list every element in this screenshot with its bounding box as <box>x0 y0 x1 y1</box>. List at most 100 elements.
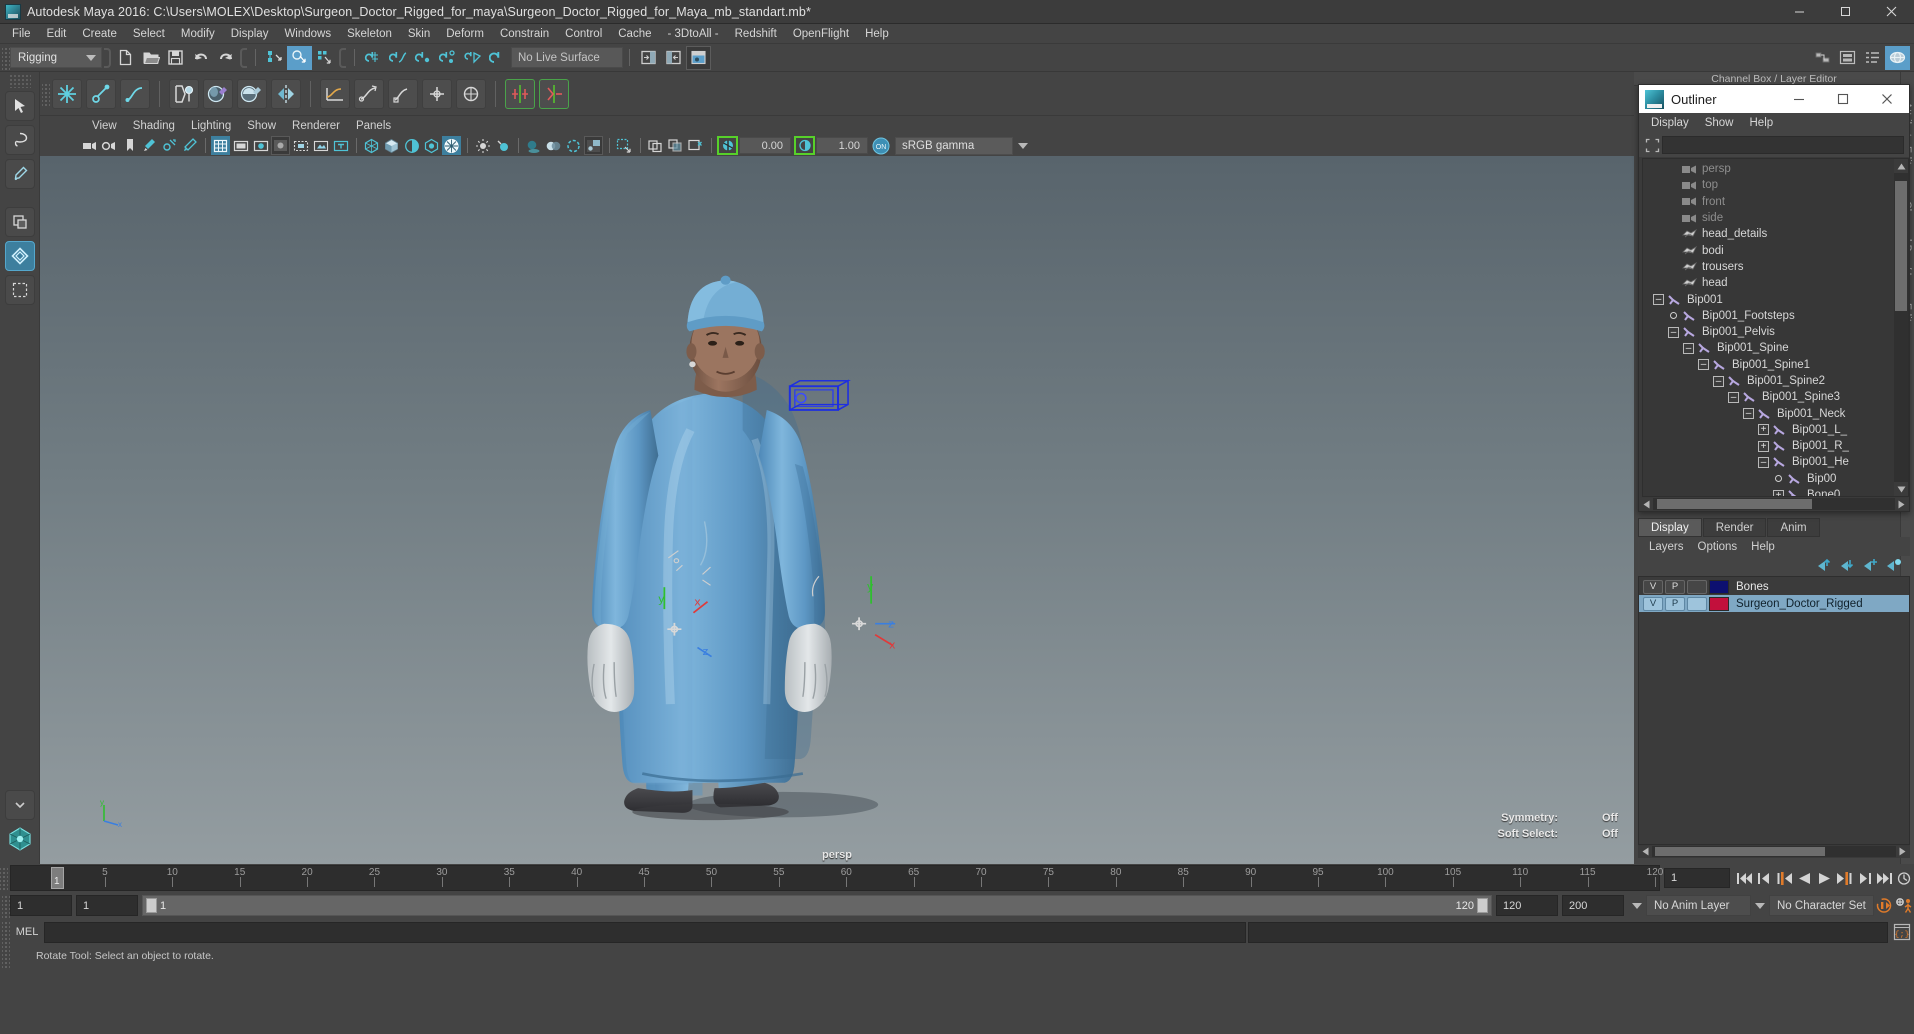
expand-icon[interactable]: + <box>1773 489 1784 496</box>
show-hide-tool-settings-button[interactable] <box>661 46 686 70</box>
shadows-icon[interactable] <box>524 136 543 155</box>
menu-deform[interactable]: Deform <box>438 25 492 43</box>
outliner-close-button[interactable] <box>1865 85 1909 113</box>
outliner-item[interactable]: – Bip001_Spine2 <box>1643 373 1894 389</box>
outliner-item[interactable]: front <box>1643 194 1894 210</box>
shelf-mirror-joint-button[interactable] <box>505 78 535 109</box>
shelf-paint-skin-weights-button[interactable] <box>237 78 267 109</box>
layer-row[interactable]: V P Bones <box>1639 578 1909 595</box>
layer-template-toggle[interactable] <box>1687 579 1707 594</box>
script-editor-button[interactable]: {;} <box>1890 921 1914 943</box>
viewport-3d[interactable]: y z x y z x y x Symmetry: Off Soft Selec… <box>40 156 1634 864</box>
current-frame-field[interactable]: 1 <box>1664 868 1730 888</box>
color-management-toggle-icon[interactable]: ON <box>871 136 890 155</box>
menu-3dtoall[interactable]: - 3DtoAll - <box>660 25 727 43</box>
scroll-right-icon[interactable] <box>1895 498 1908 510</box>
menu-edit[interactable]: Edit <box>39 25 75 43</box>
menu-constrain[interactable]: Constrain <box>492 25 557 43</box>
menu-set-selector[interactable]: Rigging <box>10 47 102 68</box>
layer-row[interactable]: V P Surgeon_Doctor_Rigged <box>1639 595 1909 612</box>
outliner-item[interactable]: – Bip001_Neck <box>1643 405 1894 421</box>
layer-list[interactable]: V P Bones V P Surgeon_Doctor_Rigged <box>1638 576 1910 845</box>
gamma-field[interactable]: 1.00 <box>816 137 868 154</box>
collapse-icon[interactable]: – <box>1713 375 1724 387</box>
collapse-icon[interactable]: – <box>1683 342 1694 354</box>
anim-layer-chevron-down-icon[interactable] <box>1628 895 1646 916</box>
character-set-chevron-down-icon[interactable] <box>1751 895 1769 916</box>
menu-cache[interactable]: Cache <box>610 25 659 43</box>
ambient-occlusion-icon[interactable] <box>544 136 563 155</box>
outliner-item[interactable]: + Bone0 <box>1643 487 1894 496</box>
menu-control[interactable]: Control <box>557 25 610 43</box>
shelf-grip[interactable] <box>42 81 50 106</box>
paint-select-tool-button[interactable] <box>4 159 35 189</box>
range-slider-grip[interactable] <box>2 893 10 918</box>
use-all-lights-icon[interactable] <box>493 136 512 155</box>
layer-scroll-left-icon[interactable] <box>1639 845 1652 858</box>
image-plane-icon[interactable] <box>140 136 159 155</box>
screen-space-ao-icon[interactable] <box>584 136 603 155</box>
outliner-toggle-button[interactable] <box>1835 46 1860 70</box>
viewport-menu-renderer[interactable]: Renderer <box>284 119 348 133</box>
statusline-grip[interactable] <box>2 45 10 70</box>
menu-help[interactable]: Help <box>857 25 897 43</box>
layer-visibility-toggle[interactable]: V <box>1643 596 1663 611</box>
select-camera-icon[interactable] <box>80 136 99 155</box>
toolbox-more-button[interactable] <box>4 790 35 820</box>
range-start-field[interactable]: 1 <box>76 895 138 916</box>
range-end-handle[interactable] <box>1477 898 1488 913</box>
layer-hscroll-thumb[interactable] <box>1655 847 1825 856</box>
wireframe-shading-icon[interactable] <box>362 136 381 155</box>
outliner-search-input[interactable] <box>1662 136 1904 154</box>
outliner-item[interactable]: top <box>1643 177 1894 193</box>
xray-joints-icon[interactable] <box>666 136 685 155</box>
outliner-item[interactable]: – Bip001_Spine <box>1643 340 1894 356</box>
collapse-icon[interactable]: – <box>1698 359 1709 371</box>
hypergraph-button[interactable] <box>1810 46 1835 70</box>
outliner-item[interactable]: persp <box>1643 161 1894 177</box>
viewport-menu-lighting[interactable]: Lighting <box>183 119 239 133</box>
xray-icon[interactable] <box>646 136 665 155</box>
shelf-orient-joint-button[interactable] <box>539 78 569 109</box>
outliner-horizontal-scrollbar[interactable] <box>1653 498 1895 510</box>
menu-skin[interactable]: Skin <box>400 25 438 43</box>
bookmark-icon[interactable] <box>120 136 139 155</box>
layer-editor-tab-render[interactable]: Render <box>1702 518 1767 537</box>
resolution-gate-icon[interactable] <box>251 136 270 155</box>
new-scene-button[interactable] <box>113 46 138 70</box>
shelf-blend-shape-button[interactable] <box>320 78 350 109</box>
viewport-menu-shading[interactable]: Shading <box>125 119 183 133</box>
select-by-component-button[interactable] <box>312 46 337 70</box>
character-set-combo[interactable]: No Character Set <box>1769 895 1874 916</box>
layer-playback-toggle[interactable]: P <box>1665 596 1685 611</box>
snap-to-projected-center-button[interactable] <box>436 46 461 70</box>
flat-shade-icon[interactable] <box>422 136 441 155</box>
viewport-menu-view[interactable]: View <box>84 119 125 133</box>
exposure-field[interactable]: 0.00 <box>739 137 791 154</box>
layer-editor-tab-anim[interactable]: Anim <box>1767 518 1820 537</box>
shelf-ik-spline-button[interactable] <box>120 78 150 109</box>
outliner-item[interactable]: Bip00 <box>1643 471 1894 487</box>
shelf-create-joint-button[interactable] <box>52 78 82 109</box>
grease-pencil-icon[interactable] <box>180 136 199 155</box>
menu-redshift[interactable]: Redshift <box>727 25 785 43</box>
leaf-dot-icon[interactable] <box>1668 310 1679 321</box>
snap-to-curve-button[interactable] <box>386 46 411 70</box>
layer-visibility-toggle[interactable]: V <box>1643 579 1663 594</box>
outliner-vertical-scrollbar[interactable] <box>1894 159 1908 496</box>
time-slider-track[interactable]: 1 5 10 15 20 25 30 35 40 45 50 55 60 65 70 75 80 85 90 95 1… <box>10 865 1663 891</box>
go-to-end-button[interactable] <box>1874 867 1894 889</box>
select-tool-button[interactable] <box>4 91 35 121</box>
collapse-icon[interactable]: – <box>1653 294 1664 306</box>
step-forward-key-button[interactable] <box>1854 867 1874 889</box>
time-cursor[interactable]: 1 <box>51 867 64 889</box>
snap-to-point-button[interactable] <box>411 46 436 70</box>
outliner-menu-help[interactable]: Help <box>1742 116 1782 130</box>
move-layer-down-icon[interactable] <box>1839 557 1856 576</box>
open-scene-button[interactable] <box>138 46 163 70</box>
animation-preferences-button[interactable] <box>1894 895 1914 917</box>
show-hide-channel-box-button[interactable] <box>686 45 711 70</box>
film-gate-icon[interactable] <box>231 136 250 155</box>
outliner-item[interactable]: Bip001_Footsteps <box>1643 308 1894 324</box>
outliner-item[interactable]: head_details <box>1643 226 1894 242</box>
